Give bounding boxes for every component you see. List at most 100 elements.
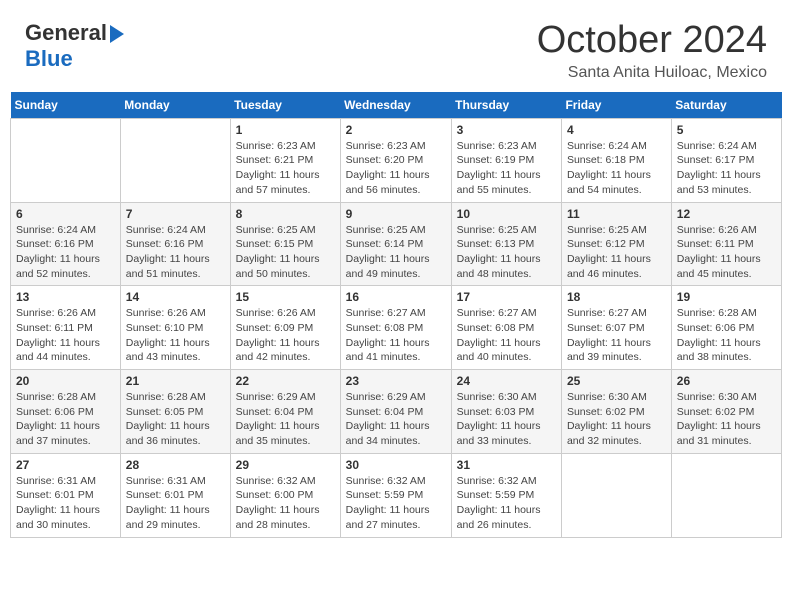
day-number: 13	[16, 290, 115, 304]
day-detail: Sunrise: 6:23 AM Sunset: 6:20 PM Dayligh…	[346, 139, 446, 198]
day-detail: Sunrise: 6:24 AM Sunset: 6:16 PM Dayligh…	[126, 223, 225, 282]
calendar-week-row: 13 Sunrise: 6:26 AM Sunset: 6:11 PM Dayli…	[11, 286, 782, 370]
calendar-day-header: Monday	[120, 92, 230, 119]
day-detail: Sunrise: 6:28 AM Sunset: 6:06 PM Dayligh…	[16, 390, 115, 449]
calendar-cell: 7 Sunrise: 6:24 AM Sunset: 6:16 PM Daylig…	[120, 202, 230, 286]
day-number: 12	[677, 207, 776, 221]
calendar-cell: 1 Sunrise: 6:23 AM Sunset: 6:21 PM Daylig…	[230, 118, 340, 202]
day-number: 4	[567, 123, 666, 137]
day-detail: Sunrise: 6:30 AM Sunset: 6:03 PM Dayligh…	[457, 390, 556, 449]
calendar-cell: 27 Sunrise: 6:31 AM Sunset: 6:01 PM Dayli…	[11, 453, 121, 537]
calendar-cell: 28 Sunrise: 6:31 AM Sunset: 6:01 PM Dayli…	[120, 453, 230, 537]
day-detail: Sunrise: 6:26 AM Sunset: 6:11 PM Dayligh…	[16, 306, 115, 365]
calendar-cell: 16Sunrise: 6:27 AM Sunset: 6:08 PM Dayli…	[340, 286, 451, 370]
day-number: 21	[126, 374, 225, 388]
day-detail: Sunrise: 6:32 AM Sunset: 5:59 PM Dayligh…	[346, 474, 446, 533]
calendar-day-header: Sunday	[11, 92, 121, 119]
calendar-cell: 12Sunrise: 6:26 AM Sunset: 6:11 PM Dayli…	[671, 202, 781, 286]
day-detail: Sunrise: 6:32 AM Sunset: 6:00 PM Dayligh…	[236, 474, 335, 533]
calendar-cell: 8 Sunrise: 6:25 AM Sunset: 6:15 PM Daylig…	[230, 202, 340, 286]
day-number: 11	[567, 207, 666, 221]
day-detail: Sunrise: 6:23 AM Sunset: 6:21 PM Dayligh…	[236, 139, 335, 198]
day-number: 16	[346, 290, 446, 304]
day-number: 1	[236, 123, 335, 137]
day-number: 19	[677, 290, 776, 304]
calendar-table: SundayMondayTuesdayWednesdayThursdayFrid…	[10, 92, 782, 538]
logo-blue-text: Blue	[25, 46, 73, 72]
location-title: Santa Anita Huiloac, Mexico	[537, 64, 767, 82]
calendar-cell: 23 Sunrise: 6:29 AM Sunset: 6:04 PM Dayli…	[340, 370, 451, 454]
calendar-cell: 22Sunrise: 6:29 AM Sunset: 6:04 PM Dayli…	[230, 370, 340, 454]
day-number: 8	[236, 207, 335, 221]
calendar-cell: 17 Sunrise: 6:27 AM Sunset: 6:08 PM Dayli…	[451, 286, 561, 370]
day-number: 29	[236, 458, 335, 472]
day-number: 20	[16, 374, 115, 388]
day-detail: Sunrise: 6:26 AM Sunset: 6:09 PM Dayligh…	[236, 306, 335, 365]
calendar-week-row: 6 Sunrise: 6:24 AM Sunset: 6:16 PM Daylig…	[11, 202, 782, 286]
calendar-cell: 19Sunrise: 6:28 AM Sunset: 6:06 PM Dayli…	[671, 286, 781, 370]
day-number: 15	[236, 290, 335, 304]
calendar-week-row: 20 Sunrise: 6:28 AM Sunset: 6:06 PM Dayli…	[11, 370, 782, 454]
calendar-cell: 5Sunrise: 6:24 AM Sunset: 6:17 PM Daylig…	[671, 118, 781, 202]
calendar-cell: 21 Sunrise: 6:28 AM Sunset: 6:05 PM Dayli…	[120, 370, 230, 454]
day-number: 18	[567, 290, 666, 304]
calendar-cell: 13 Sunrise: 6:26 AM Sunset: 6:11 PM Dayli…	[11, 286, 121, 370]
calendar-cell	[11, 118, 121, 202]
day-detail: Sunrise: 6:31 AM Sunset: 6:01 PM Dayligh…	[16, 474, 115, 533]
day-number: 6	[16, 207, 115, 221]
day-detail: Sunrise: 6:28 AM Sunset: 6:05 PM Dayligh…	[126, 390, 225, 449]
day-detail: Sunrise: 6:32 AM Sunset: 5:59 PM Dayligh…	[457, 474, 556, 533]
day-number: 27	[16, 458, 115, 472]
calendar-week-row: 1 Sunrise: 6:23 AM Sunset: 6:21 PM Daylig…	[11, 118, 782, 202]
day-number: 25	[567, 374, 666, 388]
day-number: 10	[457, 207, 556, 221]
day-detail: Sunrise: 6:29 AM Sunset: 6:04 PM Dayligh…	[236, 390, 335, 449]
calendar-cell: 24 Sunrise: 6:30 AM Sunset: 6:03 PM Dayli…	[451, 370, 561, 454]
day-detail: Sunrise: 6:25 AM Sunset: 6:13 PM Dayligh…	[457, 223, 556, 282]
calendar-cell: 29 Sunrise: 6:32 AM Sunset: 6:00 PM Dayli…	[230, 453, 340, 537]
calendar-day-header: Saturday	[671, 92, 781, 119]
day-detail: Sunrise: 6:29 AM Sunset: 6:04 PM Dayligh…	[346, 390, 446, 449]
calendar-cell: 2 Sunrise: 6:23 AM Sunset: 6:20 PM Daylig…	[340, 118, 451, 202]
calendar-cell: 26Sunrise: 6:30 AM Sunset: 6:02 PM Dayli…	[671, 370, 781, 454]
calendar-cell: 4 Sunrise: 6:24 AM Sunset: 6:18 PM Daylig…	[561, 118, 671, 202]
day-number: 23	[346, 374, 446, 388]
calendar-cell: 11 Sunrise: 6:25 AM Sunset: 6:12 PM Dayli…	[561, 202, 671, 286]
day-detail: Sunrise: 6:25 AM Sunset: 6:12 PM Dayligh…	[567, 223, 666, 282]
calendar-cell: 20 Sunrise: 6:28 AM Sunset: 6:06 PM Dayli…	[11, 370, 121, 454]
calendar-cell: 31 Sunrise: 6:32 AM Sunset: 5:59 PM Dayli…	[451, 453, 561, 537]
day-detail: Sunrise: 6:27 AM Sunset: 6:08 PM Dayligh…	[457, 306, 556, 365]
calendar-cell: 15 Sunrise: 6:26 AM Sunset: 6:09 PM Dayli…	[230, 286, 340, 370]
calendar-cell: 10 Sunrise: 6:25 AM Sunset: 6:13 PM Dayli…	[451, 202, 561, 286]
calendar-day-header: Wednesday	[340, 92, 451, 119]
calendar-cell: 25 Sunrise: 6:30 AM Sunset: 6:02 PM Dayli…	[561, 370, 671, 454]
day-number: 9	[346, 207, 446, 221]
calendar-cell: 14 Sunrise: 6:26 AM Sunset: 6:10 PM Dayli…	[120, 286, 230, 370]
calendar-day-header: Tuesday	[230, 92, 340, 119]
month-title: October 2024	[537, 20, 767, 62]
day-detail: Sunrise: 6:24 AM Sunset: 6:18 PM Dayligh…	[567, 139, 666, 198]
calendar-header-row: SundayMondayTuesdayWednesdayThursdayFrid…	[11, 92, 782, 119]
day-number: 24	[457, 374, 556, 388]
day-detail: Sunrise: 6:30 AM Sunset: 6:02 PM Dayligh…	[567, 390, 666, 449]
calendar-day-header: Thursday	[451, 92, 561, 119]
day-number: 3	[457, 123, 556, 137]
day-number: 2	[346, 123, 446, 137]
logo: General Blue	[25, 20, 124, 72]
calendar-week-row: 27 Sunrise: 6:31 AM Sunset: 6:01 PM Dayli…	[11, 453, 782, 537]
day-detail: Sunrise: 6:23 AM Sunset: 6:19 PM Dayligh…	[457, 139, 556, 198]
logo-arrow-icon	[110, 25, 124, 43]
day-number: 14	[126, 290, 225, 304]
day-detail: Sunrise: 6:25 AM Sunset: 6:15 PM Dayligh…	[236, 223, 335, 282]
calendar-day-header: Friday	[561, 92, 671, 119]
day-number: 17	[457, 290, 556, 304]
day-number: 31	[457, 458, 556, 472]
title-section: October 2024 Santa Anita Huiloac, Mexico	[537, 20, 767, 82]
logo-general-text: General	[25, 20, 107, 46]
calendar-cell: 3 Sunrise: 6:23 AM Sunset: 6:19 PM Daylig…	[451, 118, 561, 202]
day-detail: Sunrise: 6:31 AM Sunset: 6:01 PM Dayligh…	[126, 474, 225, 533]
calendar-cell	[561, 453, 671, 537]
day-detail: Sunrise: 6:26 AM Sunset: 6:10 PM Dayligh…	[126, 306, 225, 365]
day-number: 7	[126, 207, 225, 221]
day-number: 28	[126, 458, 225, 472]
